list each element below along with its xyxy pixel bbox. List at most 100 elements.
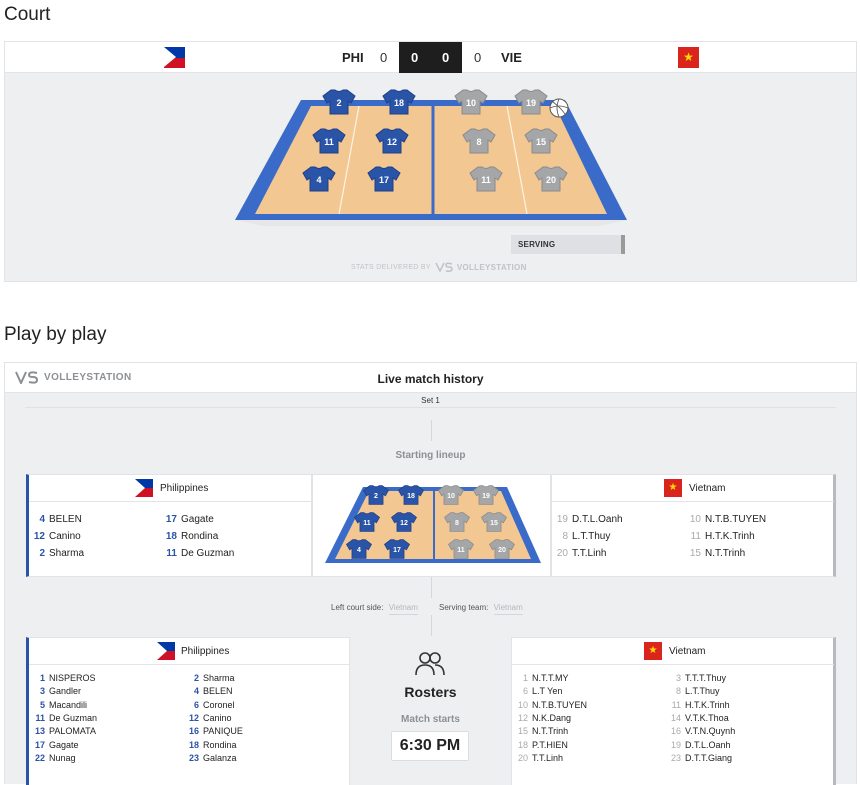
player-number: 17 (165, 514, 177, 525)
pbp-header: VOLLEYSTATION Live match history (5, 363, 856, 393)
player-name: D.T.L.Oanh (685, 739, 731, 750)
player-number: 20 (517, 752, 528, 763)
player-number: 17 (34, 739, 45, 750)
timeline-line (431, 577, 432, 598)
player-number: 1 (522, 673, 528, 683)
player-number: 3 (675, 673, 681, 683)
jersey-number: 11 (363, 520, 371, 527)
jersey-number: 2 (336, 98, 341, 108)
player-number: 11 (166, 548, 177, 559)
away-current-points: 0 (442, 50, 450, 65)
player-entry: 17 Gagate (163, 514, 214, 525)
jersey-number: 12 (387, 137, 397, 147)
player-number: 8 (675, 686, 681, 697)
player-number: 18 (165, 531, 177, 542)
player-entry: 22 Nunag (31, 753, 76, 763)
home-team-name: Philippines (160, 483, 209, 494)
jersey-number: 19 (482, 493, 490, 500)
player-number: 8 (562, 531, 568, 542)
stats-credit-prefix: STATS DELIVERED BY (351, 263, 431, 271)
stats-credit-brand: VOLLEYSTATION (456, 262, 527, 272)
player-number: 12 (33, 531, 45, 542)
jersey-number: 12 (400, 520, 408, 527)
jersey-number: 15 (490, 520, 498, 527)
live-match-history-title: Live match history (377, 372, 484, 386)
player-number: 10 (689, 514, 701, 525)
jersey-number: 19 (526, 98, 536, 108)
player-number: 3 (39, 686, 45, 697)
player-name: Rondina (203, 739, 237, 750)
mini-court-diagram: 2 18 11 12 4 17 10 19 8 15 11 20 (325, 485, 541, 563)
player-name: PALOMATA (49, 726, 97, 737)
player-entry: 1 NISPEROS (31, 673, 96, 683)
court-floor (255, 106, 607, 214)
left-court-info: Left court side: Vietnam (331, 603, 418, 615)
player-entry: 19 D.T.L.Oanh (667, 740, 731, 750)
player-number: 1 (39, 673, 45, 683)
player-name: BELEN (49, 514, 82, 525)
player-entry: 6 Coronel (185, 700, 235, 710)
player-number: 16 (670, 726, 681, 737)
jersey-number: 4 (316, 175, 321, 185)
player-number: 2 (39, 548, 45, 559)
jersey-number: 20 (546, 175, 556, 185)
jersey-number: 18 (407, 493, 415, 500)
player-entry: 11 De Guzman (31, 713, 97, 723)
timeline-line (431, 615, 432, 636)
player-entry: 11 De Guzman (163, 548, 234, 559)
player-name: BELEN (203, 686, 233, 697)
player-name: PANIQUE (203, 726, 243, 737)
player-entry: 16 PANIQUE (185, 726, 243, 736)
volleyball-icon (549, 98, 569, 118)
player-entry: 18 P.T.HIEN (514, 740, 568, 750)
player-entry: 14 V.T.K.Thoa (667, 713, 729, 723)
player-name: Sharma (49, 548, 85, 559)
player-entry: 1 N.T.T.MY (514, 673, 569, 683)
jersey-number: 4 (357, 547, 361, 554)
philippines-flag-icon (135, 479, 153, 497)
home-team-code: PHI (342, 50, 364, 65)
starting-lineup-label: Starting lineup (395, 450, 466, 461)
left-court-label: Left court side: (331, 603, 384, 612)
player-number: 13 (34, 726, 45, 737)
player-entry: 20 T.T.Linh (514, 753, 563, 763)
player-number: 18 (188, 739, 199, 750)
player-entry: 11 H.T.K.Trinh (685, 531, 755, 542)
player-entry: 12 Canino (185, 713, 232, 723)
away-roster-team-name: Vietnam (669, 646, 706, 657)
jersey-number: 10 (447, 493, 455, 500)
player-entry: 12 Canino (31, 531, 81, 542)
player-number: 22 (34, 752, 45, 763)
philippines-flag-icon (157, 642, 175, 660)
home-current-points: 0 (411, 50, 419, 65)
player-number: 4 (193, 686, 199, 697)
match-start-time: 6:30 PM (391, 731, 469, 761)
people-icon (415, 652, 445, 676)
court-section-title: Court (4, 4, 51, 25)
player-name: D.T.T.Giang (685, 752, 733, 763)
court-diagram: 2 18 11 12 4 17 10 19 8 15 11 20 (235, 89, 627, 226)
player-name: N.T.B.TUYEN (532, 699, 588, 710)
player-number: 15 (517, 726, 528, 737)
player-entry: 10 N.T.B.TUYEN (514, 700, 587, 710)
left-court-value: Vietnam (388, 603, 418, 615)
match-starts-label: Match starts (401, 714, 460, 725)
player-entry: 6 L.T Yen (514, 686, 562, 696)
jersey-number: 17 (393, 547, 401, 554)
player-entry: 3 Gandler (31, 686, 81, 696)
player-entry: 23 D.T.T.Giang (667, 753, 732, 763)
player-name: H.T.K.Trinh (705, 531, 755, 542)
player-name: N.T.Trinh (532, 726, 569, 737)
player-number: 19 (670, 739, 681, 750)
player-name: Macandili (49, 699, 88, 710)
player-name: N.T.T.MY (532, 673, 569, 683)
player-number: 12 (517, 712, 528, 723)
player-entry: 19 D.T.L.Oanh (552, 514, 623, 525)
player-name: Gagate (181, 514, 214, 525)
player-name: NISPEROS (49, 673, 96, 683)
player-number: 4 (39, 514, 45, 525)
vietnam-flag-icon: ★ (664, 479, 682, 497)
serving-team-info: Serving team: Vietnam (439, 603, 523, 615)
rosters-label: Rosters (404, 684, 457, 700)
player-entry: 4 BELEN (185, 686, 233, 696)
